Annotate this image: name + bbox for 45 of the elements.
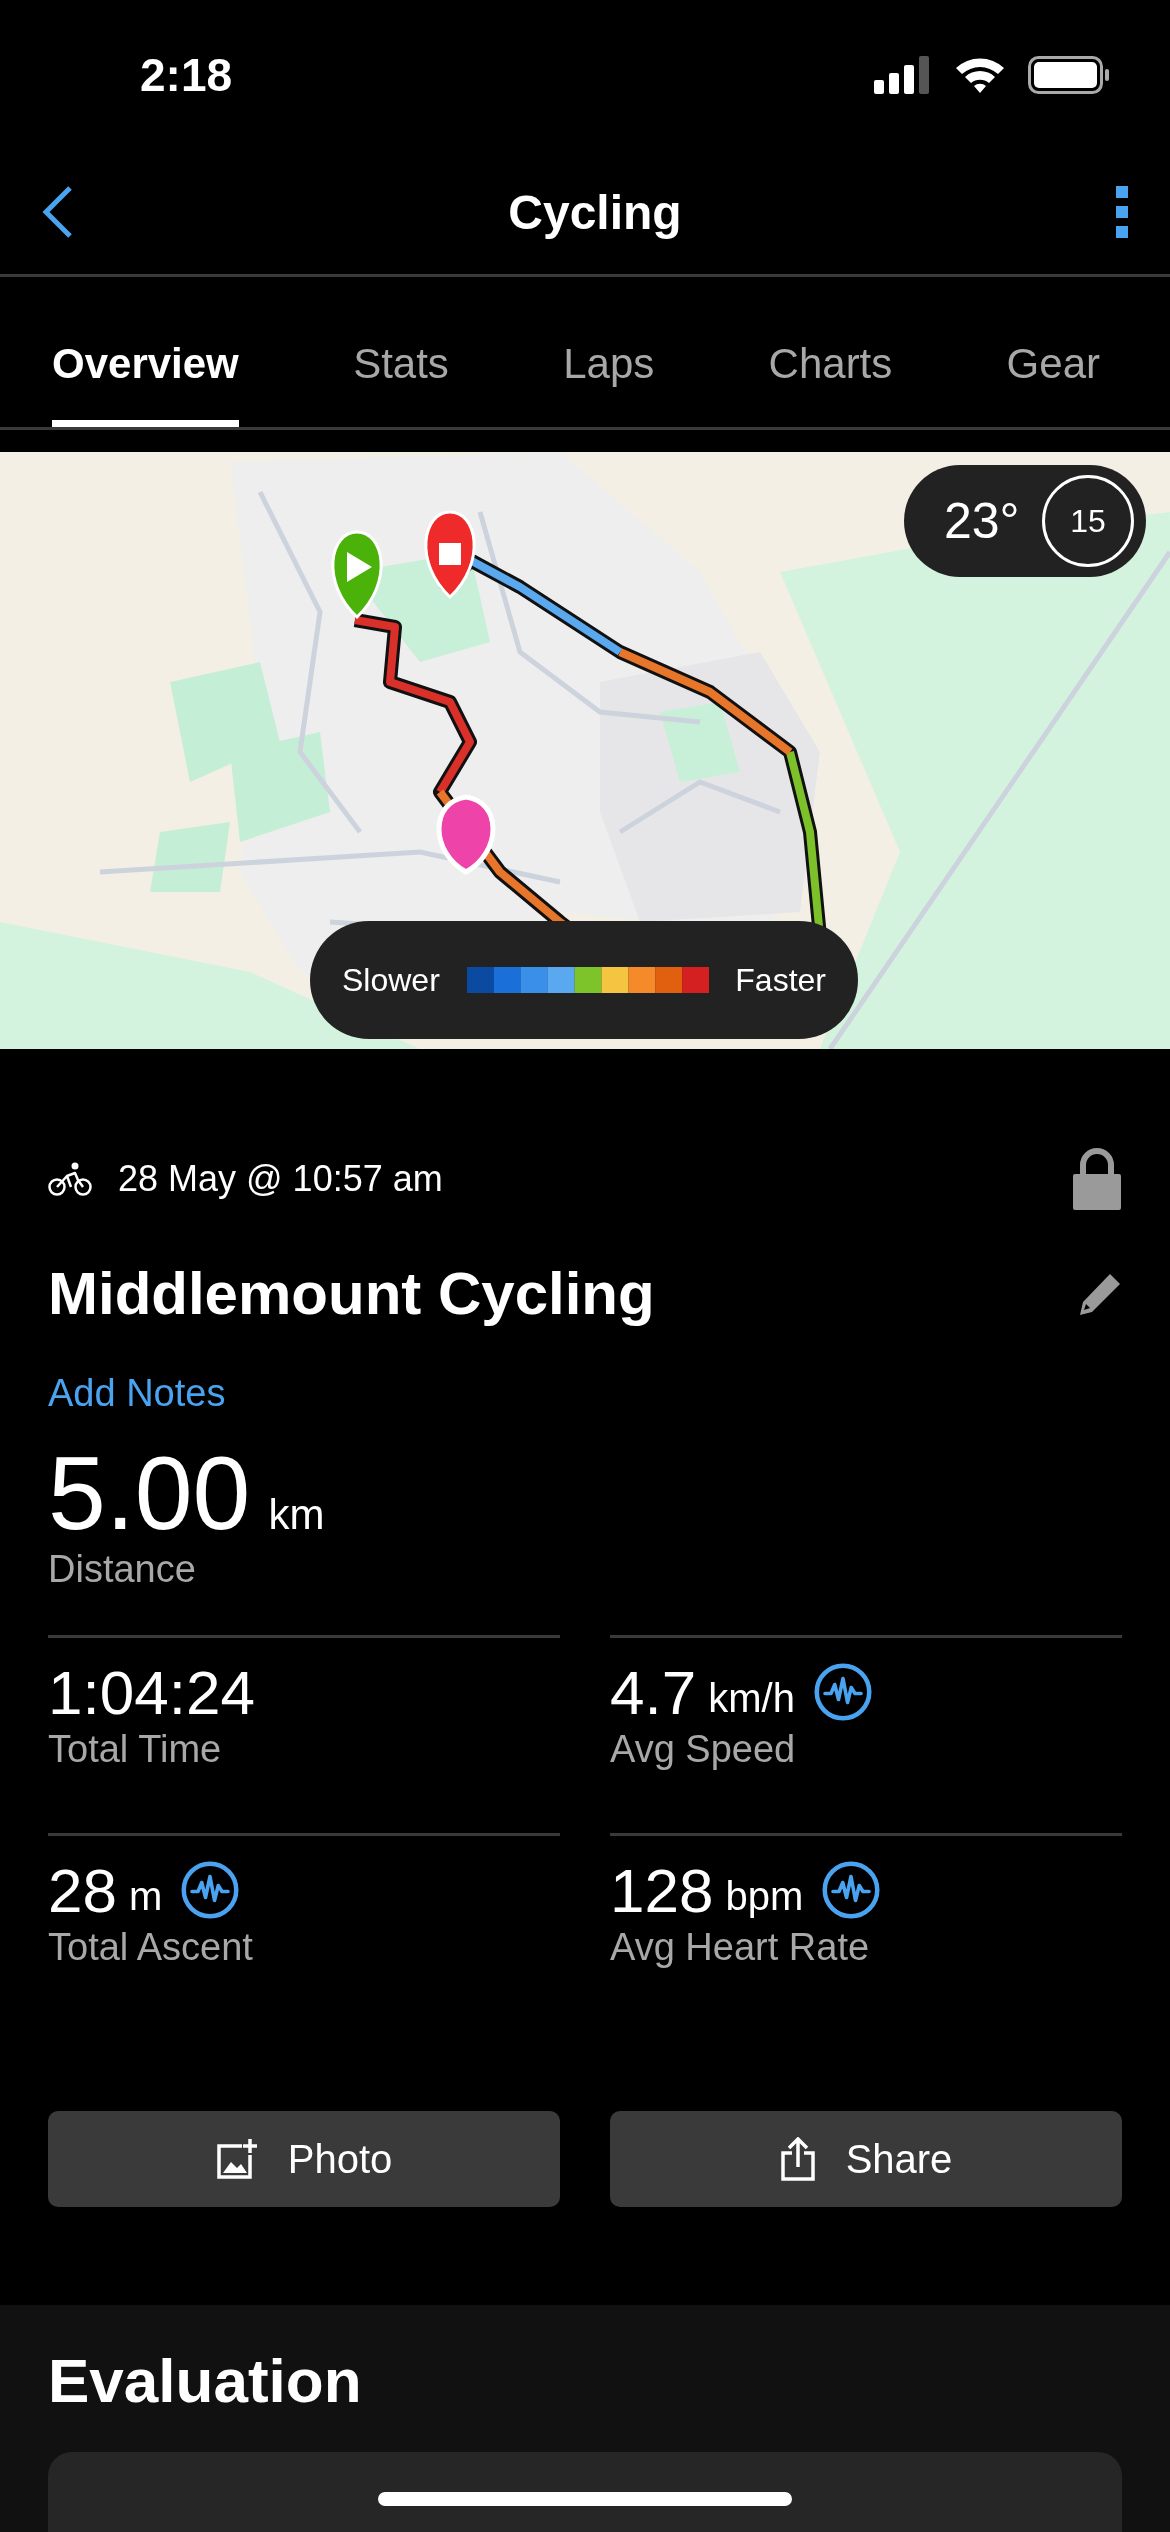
- stat-value: 128: [610, 1854, 714, 1926]
- section-title: Evaluation: [48, 2345, 363, 2417]
- legend-label: Slower: [342, 961, 440, 999]
- color-scale-icon: [466, 967, 709, 993]
- activity-chart-icon[interactable]: [812, 1662, 873, 1723]
- legend-label: Faster: [735, 961, 826, 999]
- battery-icon: [1028, 56, 1110, 94]
- distance-value: 5.00: [48, 1439, 251, 1549]
- distance-unit: km: [268, 1491, 325, 1539]
- wifi-icon: [954, 56, 1006, 94]
- stat-label: Distance: [48, 1548, 197, 1592]
- share-button[interactable]: Share: [610, 2111, 1122, 2208]
- weather-badge[interactable]: 23° 15: [904, 465, 1146, 577]
- stat-label: Avg Speed: [610, 1728, 797, 1772]
- stat-label: Avg Heart Rate: [610, 1926, 871, 1970]
- photo-button[interactable]: Photo: [48, 2111, 560, 2208]
- status-time: 2:18: [140, 48, 233, 102]
- temperature: 23°: [944, 492, 1020, 550]
- stat-value: 1:04:24: [48, 1656, 255, 1728]
- tab[interactable]: Charts: [768, 277, 893, 427]
- share-icon: [779, 2137, 816, 2182]
- lock-icon[interactable]: [1072, 1148, 1122, 1210]
- more-icon[interactable]: [1114, 184, 1130, 240]
- activity-chart-icon[interactable]: [821, 1860, 882, 1921]
- tab[interactable]: Gear: [1006, 277, 1100, 427]
- activity-title: Middlemount Cycling: [48, 1259, 655, 1328]
- stat-unit: km/h: [708, 1675, 795, 1721]
- wind-gauge: 15: [1042, 475, 1134, 567]
- screen-title: Cycling: [508, 184, 682, 240]
- stat-unit: bpm: [725, 1873, 804, 1919]
- signal-icon: [874, 56, 932, 94]
- tab[interactable]: Laps: [563, 277, 655, 427]
- activity-date: 28 May @ 10:57 am: [118, 1158, 443, 1200]
- activity-chart-icon[interactable]: [180, 1860, 241, 1921]
- stat-label: Total Time: [48, 1728, 223, 1772]
- stat-unit: m: [128, 1873, 163, 1919]
- tab[interactable]: Overview: [52, 277, 239, 427]
- stat-label: Total Ascent: [48, 1926, 254, 1970]
- pencil-icon[interactable]: [1078, 1271, 1122, 1316]
- tab[interactable]: Stats: [353, 277, 449, 427]
- cyclist-icon: [48, 1162, 92, 1196]
- stat-value: 4.7: [610, 1656, 697, 1728]
- stat-value: 28: [48, 1854, 117, 1926]
- add-photo-icon: [215, 2138, 258, 2181]
- add-notes-link[interactable]: Add Notes: [48, 1372, 226, 1415]
